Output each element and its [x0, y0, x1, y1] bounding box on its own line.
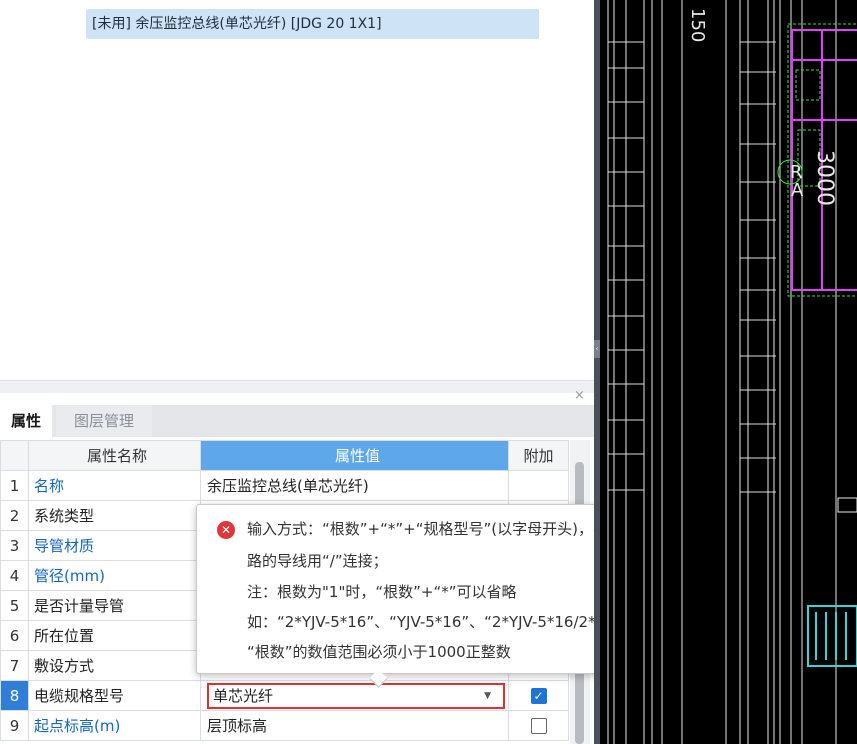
cad-drawing-canvas[interactable]: R A 150 3000	[600, 0, 857, 744]
dropdown-value: 单芯光纤	[213, 686, 274, 705]
row-index: 5	[0, 590, 29, 621]
index-header	[0, 440, 29, 471]
tooltip-line-2: 路的导线用“/”连接；	[247, 552, 388, 570]
extra-cell	[508, 710, 569, 741]
table-header-row: 属性名称 属性值 附加	[0, 440, 569, 471]
extra-cell	[508, 470, 569, 501]
extra-checkbox[interactable]	[530, 718, 547, 734]
extra-cell: ✓	[508, 680, 569, 711]
row-index: 3	[0, 530, 29, 561]
tooltip-line-1: 输入方式：“根数”+“*”+“规格型号”(以字母开头)，不同回	[247, 520, 638, 538]
property-name: 名称	[28, 470, 201, 501]
cad-drawing: R A 150 3000	[600, 0, 857, 744]
tab-properties[interactable]: 属性	[0, 405, 52, 437]
property-name: 所在位置	[28, 620, 201, 651]
tab-layer-management[interactable]: 图层管理	[56, 405, 152, 437]
property-name: 起点标高(m)	[28, 710, 201, 741]
table-row-selected[interactable]: 8 电缆规格型号 单芯光纤 ▼ ✓	[0, 680, 569, 711]
list-item-selected[interactable]: [未用] 余压监控总线(单芯光纤) [JDG 20 1X1]	[86, 9, 539, 39]
error-icon: ✕	[217, 521, 235, 539]
table-row[interactable]: 9 起点标高(m) 层顶标高	[0, 710, 569, 741]
panel-separator[interactable]	[0, 380, 594, 393]
row-index: 4	[0, 560, 29, 591]
cable-spec-dropdown[interactable]: 单芯光纤 ▼	[207, 682, 505, 709]
property-name: 管径(mm)	[28, 560, 201, 591]
column-header-name[interactable]: 属性名称	[28, 440, 201, 471]
property-name: 电缆规格型号	[28, 680, 201, 711]
row-index: 7	[0, 650, 29, 681]
property-name: 敷设方式	[28, 650, 201, 681]
cad-label-a: A	[791, 180, 804, 201]
tooltip-line-3: 注：根数为"1"时，“根数”+“*”可以省略	[247, 583, 517, 601]
property-value[interactable]: 余压监控总线(单芯光纤)	[200, 470, 509, 501]
cad-label-150: 150	[687, 8, 708, 42]
cad-label-3000: 3000	[812, 150, 837, 206]
row-index: 1	[0, 470, 29, 501]
row-index: 9	[0, 710, 29, 741]
row-index: 8	[0, 680, 29, 711]
extra-checkbox-checked[interactable]: ✓	[530, 688, 547, 704]
property-value[interactable]: 层顶标高	[200, 710, 509, 741]
table-row[interactable]: 1 名称 余压监控总线(单芯光纤)	[0, 470, 569, 501]
row-index: 6	[0, 620, 29, 651]
close-icon[interactable]: ×	[574, 388, 585, 403]
property-name: 导管材质	[28, 530, 201, 561]
property-value-cell: 单芯光纤 ▼	[200, 680, 509, 711]
tooltip-line-5: “根数”的数值范围必须小于1000正整数	[247, 643, 511, 661]
property-name: 系统类型	[28, 500, 201, 531]
row-index: 2	[0, 500, 29, 531]
chevron-down-icon[interactable]: ▼	[484, 685, 491, 707]
column-header-value[interactable]: 属性值	[200, 440, 509, 471]
column-header-extra[interactable]: 附加	[508, 440, 569, 471]
property-name: 是否计量导管	[28, 590, 201, 621]
